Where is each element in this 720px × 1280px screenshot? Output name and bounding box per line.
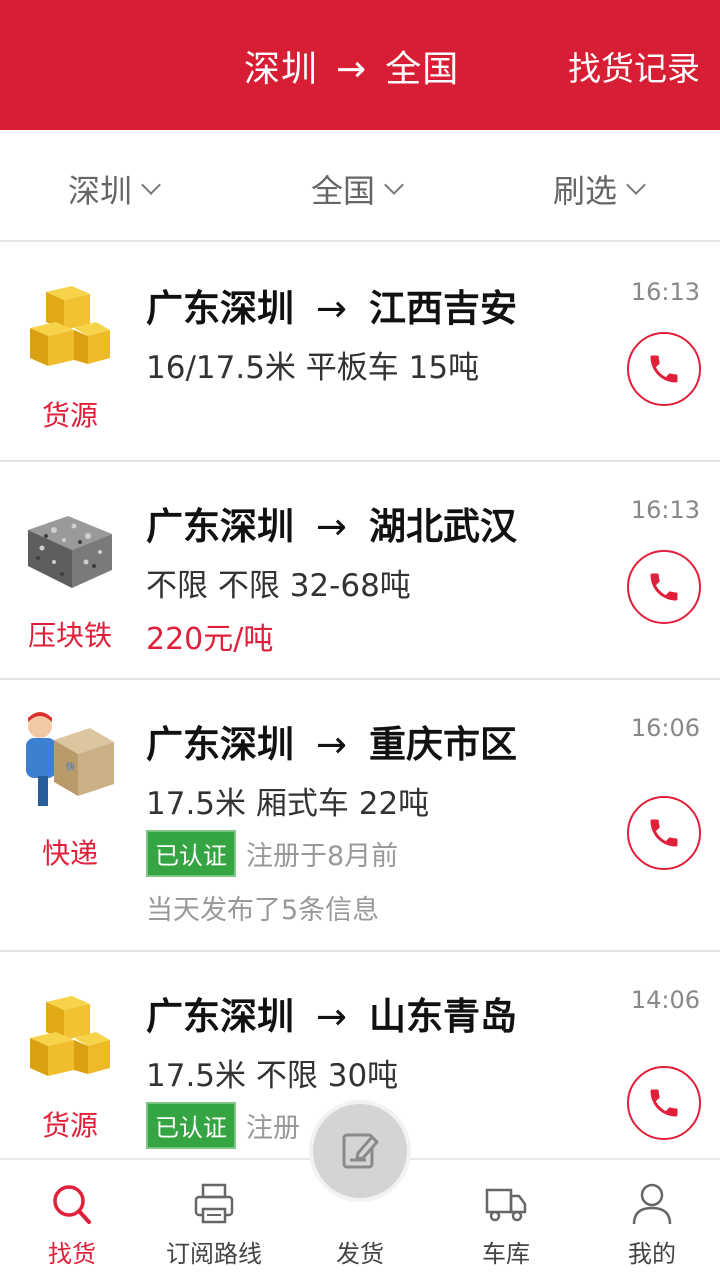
post-time: 14:06 [630,986,700,1014]
verified-badge: 已认证 [146,1102,236,1149]
phone-icon [650,573,678,601]
route-from: 广东深圳 [146,723,294,766]
phone-icon [650,819,678,847]
verification-row: 已认证 注册于8月前 [146,830,398,877]
category-label: 货源 [41,399,98,432]
call-button[interactable] [627,550,701,624]
publish-cargo-button[interactable] [309,1100,411,1202]
route-to: 山东青岛 [369,995,518,1038]
category-label: 压块铁 [27,619,112,652]
nav-find-cargo[interactable]: 找货 [0,1160,144,1280]
post-time: 16:06 [630,714,700,742]
scrap-iron-block-icon [24,496,118,590]
verification-row: 已认证 注册 [146,1102,300,1149]
route-label: 广东深圳 → 山东青岛 [146,986,517,1040]
phone-icon [650,1089,678,1117]
printer-icon [192,1182,236,1230]
route-from: 深圳 [244,49,319,90]
nav-profile[interactable]: 我的 [580,1160,720,1280]
route-arrow: → [316,723,348,766]
nav-label: 发货 [336,1240,384,1268]
call-button[interactable] [627,1066,701,1140]
post-time: 16:13 [630,278,700,306]
cargo-list: 货源 广东深圳 → 江西吉安 16/17.5米 平板车 15吨 16:13 压块铁 … [0,244,720,1212]
phone-icon [650,355,678,383]
route-from: 广东深圳 [146,505,294,548]
route-label: 广东深圳 → 江西吉安 [146,278,517,332]
filter-bar: 深圳 全国 刷选 [0,130,720,242]
post-time: 16:13 [630,496,700,524]
origin-filter-dropdown[interactable]: 深圳 [68,166,161,212]
route-from: 广东深圳 [146,995,294,1038]
truck-icon [484,1182,528,1230]
vehicle-spec: 17.5米 厢式车 22吨 [146,786,430,822]
nav-label: 订阅路线 [166,1240,262,1268]
chevron-down-icon [141,175,161,195]
nav-label: 找货 [48,1240,96,1268]
registered-time: 注册于8月前 [246,841,399,872]
route-to: 湖北武汉 [369,505,518,548]
destination-filter-dropdown[interactable]: 全国 [311,166,404,212]
chevron-down-icon [384,175,404,195]
route-arrow: → [316,287,348,330]
posting-summary: 当天发布了5条信息 [146,895,380,926]
registered-time: 注册 [246,1113,300,1144]
route-label: 广东深圳 → 重庆市区 [146,714,517,768]
search-history-button[interactable]: 找货记录 [568,42,700,90]
vehicle-spec: 17.5米 不限 30吨 [146,1058,399,1094]
route-from: 广东深圳 [146,287,294,330]
vehicle-spec: 不限 不限 32-68吨 [146,568,411,604]
list-item[interactable]: 压块铁 广东深圳 → 湖北武汉 不限 不限 32-68吨 220元/吨 16:13 [0,462,720,680]
more-filter-dropdown[interactable]: 刷选 [553,166,646,212]
call-button[interactable] [627,796,701,870]
nav-garage[interactable]: 车库 [434,1160,578,1280]
route-arrow: → [316,995,348,1038]
route-title[interactable]: 深圳 → 全国 [244,40,459,92]
price-label: 220元/吨 [146,622,274,657]
search-icon [50,1182,94,1230]
svg-text:快: 快 [66,761,75,773]
verified-badge: 已认证 [146,830,236,877]
route-to: 江西吉安 [369,287,518,330]
nav-label: 我的 [628,1240,676,1268]
chevron-down-icon [626,175,646,195]
list-item[interactable]: 货源 广东深圳 → 江西吉安 16/17.5米 平板车 15吨 16:13 [0,244,720,462]
route-arrow: → [316,505,348,548]
route-to: 重庆市区 [369,723,518,766]
list-item[interactable]: 快 快递 广东深圳 → 重庆市区 17.5米 厢式车 22吨 已认证 注册于8月前 … [0,680,720,952]
call-button[interactable] [627,332,701,406]
edit-icon [342,1133,379,1169]
route-label: 广东深圳 → 湖北武汉 [146,496,517,550]
boxes-icon [24,282,118,376]
destination-filter-label: 全国 [311,172,376,210]
app-header: 深圳 → 全国 找货记录 [0,0,720,130]
route-arrow: → [336,49,368,90]
category-label: 货源 [41,1109,98,1142]
category-label: 快递 [41,837,98,870]
courier-icon: 快 [24,710,118,806]
route-to: 全国 [385,49,460,90]
boxes-icon [24,992,118,1086]
origin-filter-label: 深圳 [68,172,133,210]
nav-label: 车库 [482,1240,530,1268]
nav-subscribed-routes[interactable]: 订阅路线 [142,1160,286,1280]
vehicle-spec: 16/17.5米 平板车 15吨 [146,350,480,386]
user-icon [630,1182,674,1230]
more-filter-label: 刷选 [553,172,618,210]
